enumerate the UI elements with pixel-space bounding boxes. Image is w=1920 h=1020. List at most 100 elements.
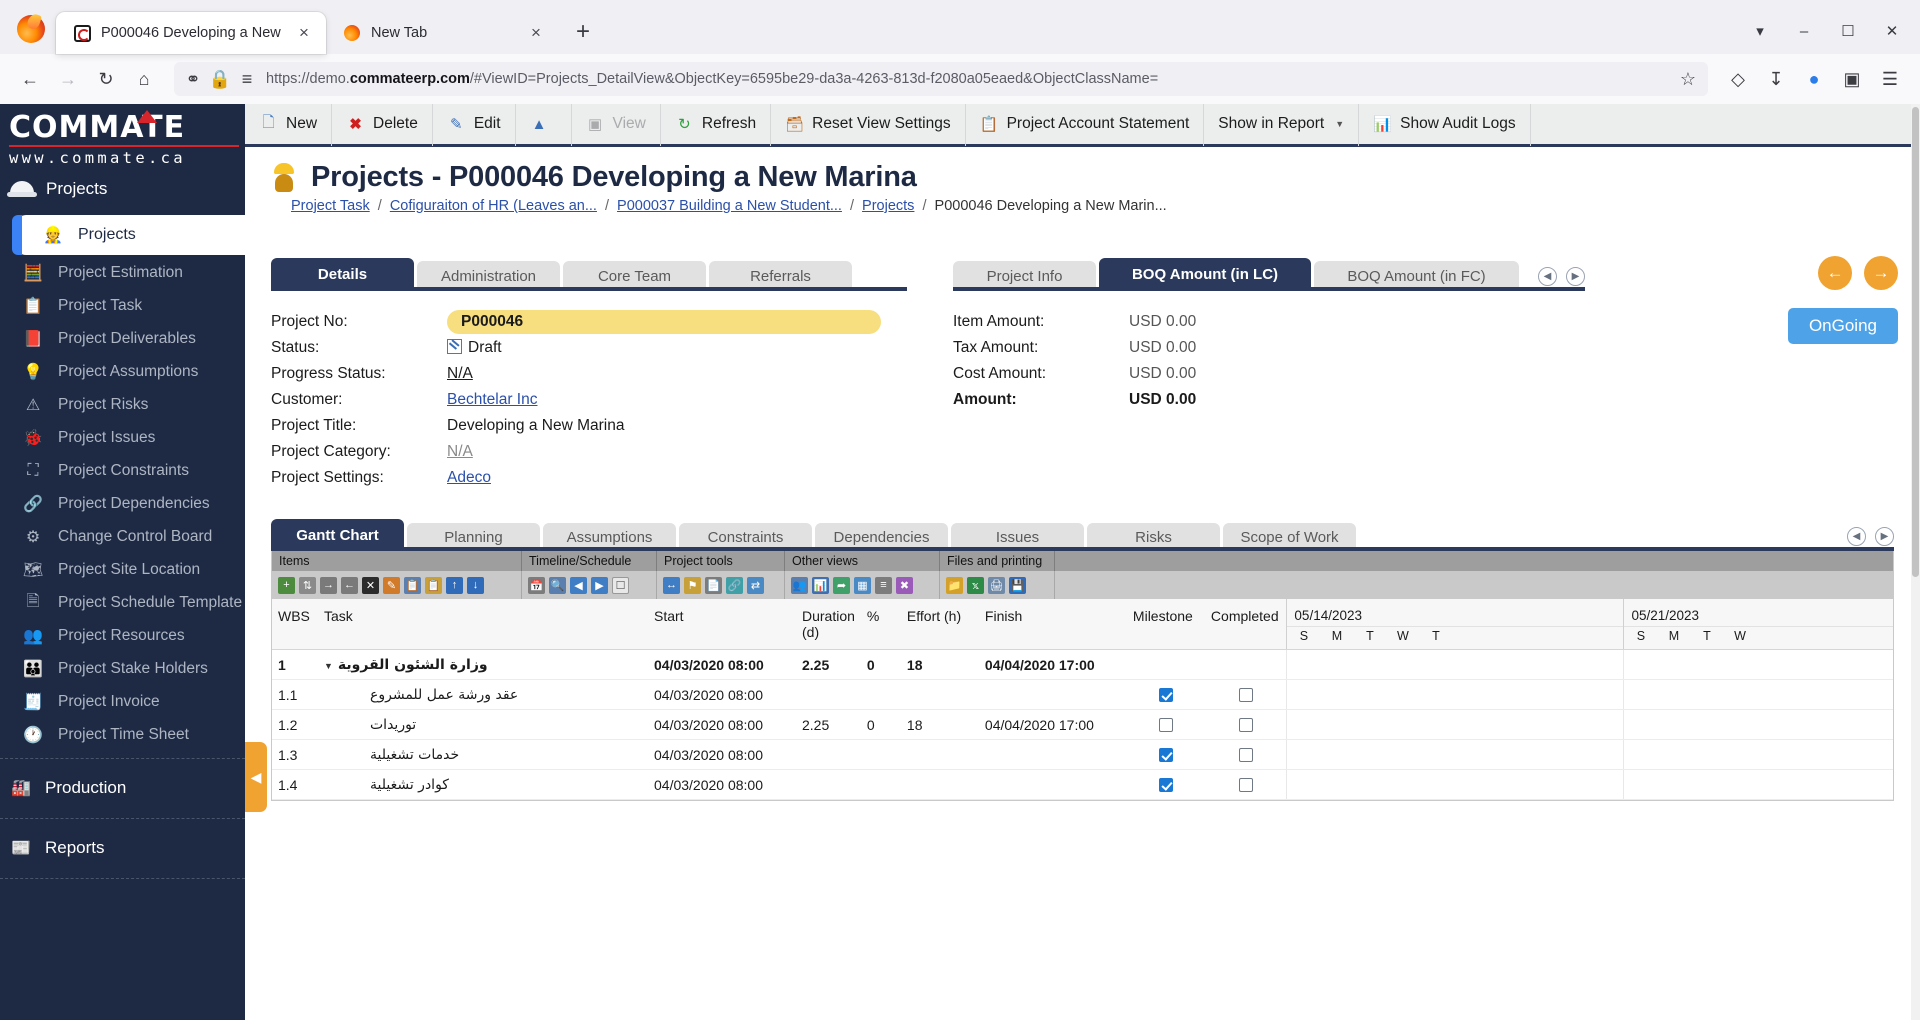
sidebar-item-project-estimation[interactable]: 🧮 Project Estimation: [0, 257, 245, 290]
zoom-icon[interactable]: 🔍: [549, 576, 566, 594]
open-file-icon[interactable]: 📁: [946, 576, 963, 594]
reload-icon[interactable]: ↻: [88, 61, 124, 97]
collapse-triangle-icon[interactable]: ▼: [324, 661, 333, 671]
maximize-icon[interactable]: ☐: [1828, 14, 1868, 48]
cell-milestone[interactable]: [1126, 769, 1205, 800]
new-button[interactable]: 🗋 New: [245, 104, 333, 146]
delete-task-icon[interactable]: ✕: [362, 576, 379, 594]
column-header-task[interactable]: Task: [318, 599, 648, 650]
status-badge[interactable]: OnGoing: [1787, 308, 1898, 344]
menu-icon[interactable]: ☰: [1872, 61, 1908, 97]
cell-milestone[interactable]: [1126, 679, 1205, 710]
back-icon[interactable]: ←: [12, 61, 48, 97]
home-icon[interactable]: ⌂: [126, 61, 162, 97]
refresh-button[interactable]: ↻ Refresh: [661, 104, 772, 146]
fit-icon[interactable]: ☐: [612, 576, 629, 594]
sidebar-item-project-dependencies[interactable]: 🔗 Project Dependencies: [0, 488, 245, 521]
page-scrollbar-track[interactable]: [1911, 104, 1920, 1020]
completed-checkbox[interactable]: [1238, 777, 1253, 792]
sidebar-item-project-schedule-template[interactable]: 🗎 Project Schedule Template: [0, 587, 245, 620]
column-header-start[interactable]: Start: [648, 599, 796, 650]
project-no-value[interactable]: P000046: [447, 310, 881, 334]
downloads-icon[interactable]: ↧: [1758, 61, 1794, 97]
cell-completed[interactable]: [1204, 769, 1287, 800]
column-header-finish[interactable]: Finish: [978, 599, 1127, 650]
customer-value[interactable]: Bechtelar Inc: [447, 391, 537, 409]
table-row[interactable]: 1.1 عقد ورشة عمل للمشروع 04/03/2020 08:0…: [272, 679, 1893, 710]
completed-checkbox[interactable]: [1238, 687, 1253, 702]
move-down-icon[interactable]: ↓: [467, 576, 484, 594]
sidebar-item-change-control-board[interactable]: ⚙ Change Control Board: [0, 521, 245, 554]
breadcrumb-item-hr-config[interactable]: Cofiguraiton of HR (Leaves an...: [390, 198, 597, 214]
close-icon[interactable]: ×: [524, 21, 548, 45]
font-button[interactable]: ▲: [516, 104, 572, 146]
show-in-report-button[interactable]: Show in Report ▼: [1204, 104, 1360, 146]
sidebar-item-project-task[interactable]: 📋 Project Task: [0, 290, 245, 323]
table-row[interactable]: 1.2 توريدات 04/03/2020 08:00 2.25 0 18 0…: [272, 709, 1893, 740]
milestone-checkbox[interactable]: [1158, 777, 1173, 792]
table-row[interactable]: 1.3 خدمات تشغيلية 04/03/2020 08:00: [272, 739, 1893, 770]
completed-checkbox[interactable]: [1238, 717, 1253, 732]
resize-icon[interactable]: ↔: [663, 576, 680, 594]
sidebar-item-production[interactable]: 🏭 Production: [0, 765, 245, 812]
indent-icon[interactable]: →: [320, 576, 337, 594]
new-tab-button[interactable]: +: [566, 15, 600, 49]
minimize-icon[interactable]: –: [1784, 14, 1824, 48]
close-icon[interactable]: ×: [292, 21, 316, 45]
cell-milestone[interactable]: [1126, 709, 1205, 740]
milestone-checkbox[interactable]: [1158, 717, 1173, 732]
sidebar-item-project-risks[interactable]: ⚠ Project Risks: [0, 389, 245, 422]
column-header-duration[interactable]: Duration (d): [796, 599, 861, 650]
chevron-down-icon[interactable]: ▾: [1740, 14, 1780, 48]
add-task-icon[interactable]: +: [278, 576, 295, 594]
show-audit-logs-button[interactable]: 📊 Show Audit Logs: [1359, 104, 1531, 146]
sidebar-item-project-site-location[interactable]: 🗺 Project Site Location: [0, 554, 245, 587]
sidebar-item-project-deliverables[interactable]: 📕 Project Deliverables: [0, 323, 245, 356]
sidebar-item-project-resources[interactable]: 👥 Project Resources: [0, 620, 245, 653]
split-task-icon[interactable]: ⇅: [299, 576, 316, 594]
table-row[interactable]: 1.4 كوادر تشغيلية 04/03/2020 08:00: [272, 769, 1893, 800]
browser-tab-newtab[interactable]: New Tab ×: [326, 12, 558, 54]
wbs-view-icon[interactable]: ▦: [854, 576, 871, 594]
critical-path-icon[interactable]: ✖: [896, 576, 913, 594]
window-close-icon[interactable]: ✕: [1872, 14, 1912, 48]
breadcrumb-item-p000037[interactable]: P000037 Building a New Student...: [617, 198, 842, 214]
column-header-wbs[interactable]: WBS: [272, 599, 318, 650]
tab-scroll-left-button[interactable]: ◀: [1538, 267, 1557, 286]
scroll-right-icon[interactable]: ▶: [591, 576, 608, 594]
progress-status-value[interactable]: N/A: [447, 365, 473, 383]
sidebar-item-project-stake-holders[interactable]: 👪 Project Stake Holders: [0, 653, 245, 686]
cell-milestone[interactable]: [1126, 739, 1205, 770]
list-view-icon[interactable]: ≡: [875, 576, 892, 594]
link-tasks-icon[interactable]: 🔗: [726, 576, 743, 594]
save-icon[interactable]: 💾: [1009, 576, 1026, 594]
paste-icon[interactable]: 📋: [425, 576, 442, 594]
project-settings-value[interactable]: Adeco: [447, 469, 491, 487]
save-to-pocket-icon[interactable]: ◇: [1720, 61, 1756, 97]
sidebar-item-project-constraints[interactable]: ⛶ Project Constraints: [0, 455, 245, 488]
format-icon[interactable]: ✎: [383, 576, 400, 594]
account-icon[interactable]: ●: [1796, 61, 1832, 97]
sidebar-item-reports[interactable]: 📰 Reports: [0, 825, 245, 872]
column-header-effort[interactable]: Effort (h): [900, 599, 979, 650]
notes-icon[interactable]: 📄: [705, 576, 722, 594]
network-view-icon[interactable]: ➦: [833, 576, 850, 594]
outdent-icon[interactable]: ←: [341, 576, 358, 594]
print-icon[interactable]: 🖨: [988, 576, 1005, 594]
resources-view-icon[interactable]: 👥: [791, 576, 808, 594]
sidebar-item-project-issues[interactable]: 🐞 Project Issues: [0, 422, 245, 455]
tab-scroll-left-button[interactable]: ◀: [1847, 527, 1866, 546]
bookmark-star-icon[interactable]: ☆: [1678, 61, 1698, 97]
url-bar[interactable]: ⚭ 🔒 ≡ https://demo.commateerp.com/#ViewI…: [174, 62, 1708, 96]
delete-button[interactable]: ✖ Delete: [332, 104, 433, 146]
project-account-statement-button[interactable]: 📋 Project Account Statement: [966, 104, 1205, 146]
previous-record-button[interactable]: ←: [1818, 256, 1852, 290]
browser-tab-active[interactable]: P000046 Developing a New Ma ×: [56, 12, 326, 54]
tab-scroll-right-button[interactable]: ▶: [1566, 267, 1585, 286]
cell-completed[interactable]: [1204, 679, 1287, 710]
completed-checkbox[interactable]: [1238, 747, 1253, 762]
sidebar-collapse-button[interactable]: ◀: [245, 742, 267, 812]
chart-view-icon[interactable]: 📊: [812, 576, 829, 594]
next-record-button[interactable]: →: [1864, 256, 1898, 290]
cell-completed[interactable]: [1204, 709, 1287, 740]
